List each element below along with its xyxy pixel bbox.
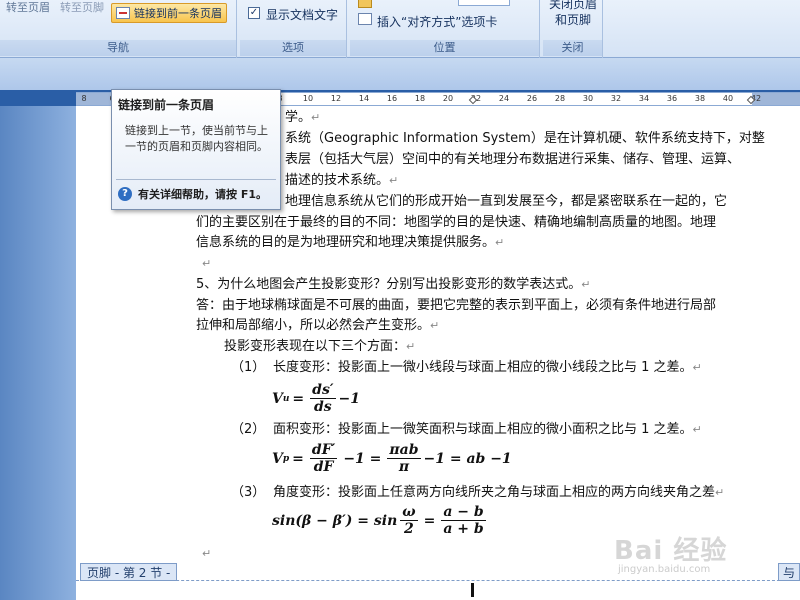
ribbon: 转至页眉 转至页脚 链接到前一条页眉 导航 ✓ 显示文档文字 选项 插入“对齐方… — [0, 0, 800, 58]
intro-line: 投影变形表现在以下三个方面：↵ — [224, 339, 416, 354]
show-doc-text-label: 显示文档文字 — [266, 8, 339, 22]
watermark: Bai 经验 jingyan.baidu.com — [614, 530, 728, 575]
tooltip-title: 链接到前一条页眉 — [118, 98, 215, 112]
ribbon-group-position: 插入“对齐方式”选项卡 位置 — [350, 0, 540, 58]
close-header-footer-button[interactable]: 关闭页眉 和页脚 — [543, 0, 603, 28]
ruler-tick-label: 28 — [554, 94, 566, 103]
formula-area-distortion: Vp = dF′ dF −1 = πab π −1 = ab −1 — [272, 442, 512, 475]
formula-length-distortion: Vu = ds′ ds −1 — [272, 382, 361, 415]
watermark-logo: Bai 经验 — [614, 536, 728, 566]
group-label-navigation: 导航 — [0, 40, 236, 56]
close-button-line1: 关闭页眉 — [548, 0, 597, 11]
empty-paragraph: ↵ — [202, 547, 212, 560]
align-tab-icon — [358, 13, 372, 25]
list-item: （1） 长度变形：投影面上一微小线段与球面上相应的微小线段之比与 1 之差。↵ — [231, 360, 702, 375]
ribbon-group-close: 关闭页眉 和页脚 关闭 — [543, 0, 603, 58]
link-icon — [116, 7, 130, 19]
group-label-options: 选项 — [240, 40, 346, 56]
ruler-tick-label: 8 — [81, 94, 87, 103]
doc-line: 学。↵ — [285, 110, 321, 125]
doc-line: 们的主要区别在于最终的目的不同：地图学的目的是快速、精确地编制高质量的地图。地理 — [196, 215, 717, 230]
doc-line: 表层（包括大气层）空间中的有关地理分布数据进行采集、储存、管理、运算、 — [285, 152, 741, 167]
doc-line: 描述的技术系统。↵ — [285, 173, 399, 188]
ruler-tick-label: 20 — [442, 94, 454, 103]
ruler-tick-label: 34 — [638, 94, 650, 103]
goto-footer-button[interactable]: 转至页脚 — [60, 0, 104, 15]
tooltip-help: ? 有关详细帮助，请按 F1。 — [118, 186, 267, 202]
header-position-icon — [358, 0, 372, 8]
footer-boundary — [76, 580, 800, 581]
ruler-tick-label: 16 — [386, 94, 398, 103]
doc-line: 系统（Geographic Information System）是在计算机硬、… — [285, 131, 765, 146]
tooltip-divider — [116, 179, 276, 180]
ruler-tick-label: 38 — [694, 94, 706, 103]
help-icon: ? — [118, 187, 132, 201]
link-to-previous-button[interactable]: 链接到前一条页眉 — [111, 3, 227, 23]
text-cursor — [471, 583, 474, 597]
link-previous-tooltip: 链接到前一条页眉 链接到上一节，使当前节与上一节的页眉和页脚内容相同。 ? 有关… — [111, 89, 281, 210]
doc-line: 地理信息系统从它们的形成开始一直到发展至今，都是紧密联系在一起的，它 — [285, 194, 728, 209]
ruler-tick-label: 30 — [582, 94, 594, 103]
watermark-url: jingyan.baidu.com — [618, 564, 711, 575]
ruler-tick-label: 12 — [330, 94, 342, 103]
left-workspace-gutter — [0, 106, 76, 600]
link-to-previous-label: 链接到前一条页眉 — [134, 7, 222, 20]
tooltip-body: 链接到上一节，使当前节与上一节的页眉和页脚内容相同。 — [125, 124, 268, 153]
question-line: 5、为什么地图会产生投影变形？分别写出投影变形的数学表达式。↵ — [196, 277, 591, 292]
ribbon-group-navigation: 转至页眉 转至页脚 链接到前一条页眉 导航 — [0, 0, 237, 58]
answer-line: 拉伸和局部缩小，所以必然会产生变形。↵ — [196, 318, 440, 333]
header-position-input[interactable] — [458, 0, 510, 6]
footer-section-tab: 页脚 - 第 2 节 - — [80, 563, 178, 581]
ribbon-lower-band — [0, 58, 800, 90]
empty-paragraph: ↵ — [202, 257, 212, 270]
ruler-tick-label: 14 — [358, 94, 370, 103]
list-item: （2） 面积变形：投影面上一微笑面积与球面上相应的微小面积之比与 1 之差。↵ — [231, 422, 702, 437]
ruler-tick-label: 32 — [610, 94, 622, 103]
ruler-tick-label: 24 — [498, 94, 510, 103]
tooltip-help-text: 有关详细帮助，请按 F1。 — [138, 188, 267, 201]
ruler-tick-label: 26 — [526, 94, 538, 103]
doc-line: 信息系统的目的是为地理研究和地理决策提供服务。↵ — [196, 235, 505, 250]
answer-line: 答：由于地球椭球面是不可展的曲面，要把它完整的表示到平面上，必须有条件地进行局部 — [196, 298, 717, 313]
formula-angle-distortion: sin(β − β′) = sin ω2 = a − ba + b — [272, 504, 486, 537]
list-item: （3） 角度变形：投影面上任意两方向线所夹之角与球面上相应的两方向线夹角之差↵ — [231, 485, 725, 500]
ruler-tick-label: 40 — [722, 94, 734, 103]
ribbon-group-options: ✓ 显示文档文字 选项 — [240, 0, 347, 58]
show-doc-text-checkbox[interactable]: ✓ — [248, 7, 260, 19]
insert-align-tab-button[interactable]: 插入“对齐方式”选项卡 — [377, 13, 497, 30]
ruler-tick-label: 36 — [666, 94, 678, 103]
ruler-tick-label: 18 — [414, 94, 426, 103]
same-as-previous-tab: 与上 — [778, 563, 800, 581]
close-button-line2: 和页脚 — [554, 13, 591, 27]
goto-header-button[interactable]: 转至页眉 — [6, 0, 50, 15]
ruler-tick-label: 10 — [302, 94, 314, 103]
group-label-close: 关闭 — [543, 40, 602, 56]
group-label-position: 位置 — [350, 40, 539, 56]
